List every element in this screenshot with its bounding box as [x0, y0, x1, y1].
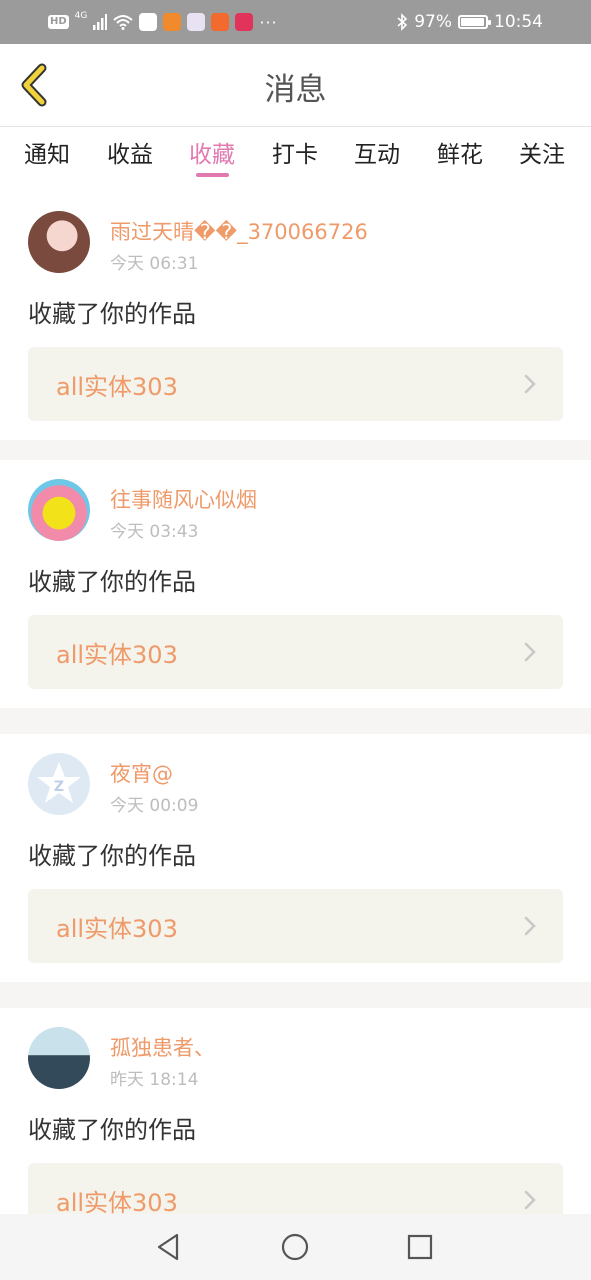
chevron-right-icon: [524, 1190, 536, 1210]
work-title: all实体303: [56, 915, 178, 943]
user-name[interactable]: 孤独患者、: [110, 1032, 215, 1062]
tab-flowers[interactable]: 鲜花: [437, 135, 483, 169]
message-time: 今天 00:09: [110, 796, 199, 816]
wifi-icon: [113, 15, 134, 30]
avatar[interactable]: Z: [28, 753, 90, 815]
chevron-right-icon: [524, 374, 536, 394]
work-title: all实体303: [56, 1189, 178, 1214]
chevron-right-icon: [524, 916, 536, 936]
tab-interactions[interactable]: 互动: [354, 135, 400, 169]
record-app-icon: [235, 13, 254, 31]
svg-text:Z: Z: [54, 779, 64, 795]
battery-fill: [461, 18, 485, 26]
play-app-icon: [163, 13, 182, 31]
system-nav-bar: [0, 1214, 591, 1280]
square-recents-icon[interactable]: [404, 1231, 436, 1263]
message-time: 昨天 18:14: [110, 1070, 199, 1090]
status-right: 97% 10:54: [396, 10, 543, 34]
book-app-icon: [211, 13, 230, 31]
page-title: 消息: [264, 72, 327, 108]
default-avatar-icon: Z: [37, 762, 81, 803]
tab-notifications[interactable]: 通知: [24, 135, 70, 169]
header: 消息: [0, 44, 591, 126]
tab-earnings[interactable]: 收益: [107, 135, 153, 169]
avatar[interactable]: [28, 1027, 90, 1089]
work-title: all实体303: [56, 373, 178, 401]
tab-checkin[interactable]: 打卡: [272, 135, 318, 169]
message-text: 收藏了你的作品: [28, 300, 196, 328]
circle-home-icon[interactable]: [279, 1231, 311, 1263]
hd-badge: HD: [48, 15, 69, 29]
work-link[interactable]: all实体303: [28, 347, 563, 421]
status-bar: HD 4G ··· 97% 10:54: [0, 0, 591, 44]
bluetooth-icon: [397, 13, 408, 31]
message-text: 收藏了你的作品: [28, 1116, 196, 1144]
tab-following[interactable]: 关注: [519, 135, 565, 169]
avatar[interactable]: [28, 211, 90, 273]
battery-percent: 97%: [414, 12, 452, 32]
baidu-app-icon: [139, 13, 158, 31]
triangle-back-icon[interactable]: [153, 1231, 185, 1263]
message-list: 雨过天晴��_370066726 今天 06:31 收藏了你的作品 all实体3…: [0, 192, 591, 1214]
user-name[interactable]: 雨过天晴��_370066726: [110, 216, 368, 246]
message-time: 今天 06:31: [110, 254, 199, 274]
tab-favorites[interactable]: 收藏: [189, 135, 235, 169]
status-left: HD 4G ···: [48, 10, 278, 34]
network-type: 4G: [74, 11, 88, 21]
more-notifications-icon: ···: [259, 12, 278, 32]
user-name[interactable]: 夜宵@: [110, 758, 173, 788]
message-text: 收藏了你的作品: [28, 568, 196, 596]
user-name[interactable]: 往事随风心似烟: [110, 484, 257, 514]
active-tab-indicator: [196, 173, 229, 177]
clock: 10:54: [494, 12, 543, 32]
work-title: all实体303: [56, 641, 178, 669]
message-card: 雨过天晴��_370066726 今天 06:31 收藏了你的作品 all实体3…: [0, 192, 591, 440]
work-link[interactable]: all实体303: [28, 1163, 563, 1214]
chevron-right-icon: [524, 642, 536, 662]
tab-bar: 通知 收益 收藏 打卡 互动 鲜花 关注: [0, 126, 591, 192]
message-card: 往事随风心似烟 今天 03:43 收藏了你的作品 all实体303: [0, 460, 591, 708]
battery-icon: [458, 15, 491, 29]
message-card: Z 夜宵@ 今天 00:09 收藏了你的作品 all实体303: [0, 734, 591, 982]
flower-app-icon: [187, 13, 206, 31]
message-time: 今天 03:43: [110, 522, 199, 542]
avatar[interactable]: [28, 479, 90, 541]
work-link[interactable]: all实体303: [28, 889, 563, 963]
message-text: 收藏了你的作品: [28, 842, 196, 870]
signal-icon: [93, 14, 108, 30]
message-card: 孤独患者、 昨天 18:14 收藏了你的作品 all实体303: [0, 1008, 591, 1214]
work-link[interactable]: all实体303: [28, 615, 563, 689]
